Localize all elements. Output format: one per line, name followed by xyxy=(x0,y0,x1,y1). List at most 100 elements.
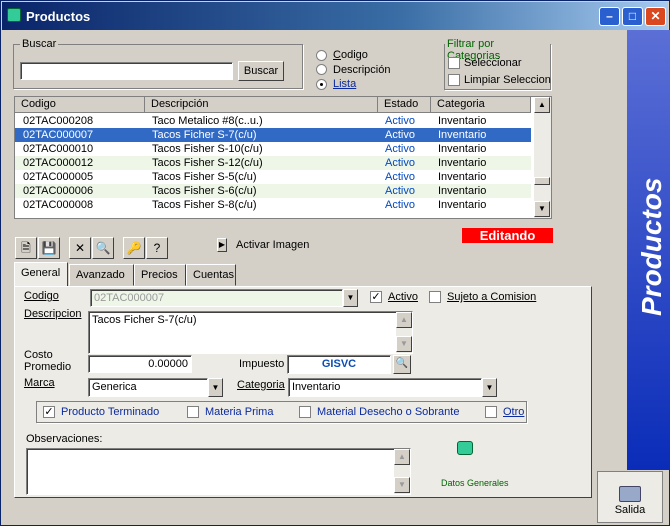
impuesto-label: Impuesto xyxy=(239,358,285,370)
table-row[interactable]: 02TAC000208 Taco Metalico #8(c..u.) Activo… xyxy=(15,114,531,128)
scroll-down-icon[interactable]: ▼ xyxy=(394,477,410,493)
table-row[interactable]: 02TAC000006 Tacos Fisher S-6(c/u) Activo In… xyxy=(15,184,531,198)
scroll-up-icon[interactable]: ▲ xyxy=(394,449,410,465)
save-icon[interactable]: 💾 xyxy=(38,237,60,259)
table-cell-estado: Activo xyxy=(385,157,415,169)
help-icon[interactable]: ? xyxy=(146,237,168,259)
delete-icon[interactable]: ✕ xyxy=(69,237,91,259)
search-input[interactable] xyxy=(20,62,233,80)
codigo-label: Codigo xyxy=(24,290,59,302)
table-cell-categoria: Inventario xyxy=(438,157,487,169)
table-cell-estado: Activo xyxy=(385,115,415,127)
scroll-down-icon[interactable]: ▼ xyxy=(396,336,412,352)
table-cell-categoria: Inventario xyxy=(438,143,487,155)
sujeto-comision-checkbox[interactable] xyxy=(429,291,441,303)
search-button[interactable]: Buscar xyxy=(238,61,284,81)
radio-descripcion-label: Descripción xyxy=(333,64,391,76)
table-cell-descripcion: Tacos Fisher S-6(c/u) xyxy=(152,185,257,197)
producto-terminado-label: Producto Terminado xyxy=(61,406,160,418)
costo-promedio-field[interactable]: 0.00000 xyxy=(88,355,192,373)
activar-imagen-label: Activar Imagen xyxy=(236,239,310,251)
table-cell-codigo: 02TAC000008 xyxy=(23,199,94,211)
minimize-button[interactable]: – xyxy=(599,7,620,26)
scroll-down-icon[interactable]: ▼ xyxy=(534,201,550,217)
table-cell-codigo: 02TAC000012 xyxy=(23,157,94,169)
impuesto-field[interactable]: GISVC xyxy=(287,355,391,374)
salida-label: Salida xyxy=(614,504,646,516)
scroll-up-icon[interactable]: ▲ xyxy=(396,312,412,328)
table-cell-estado: Activo xyxy=(385,143,415,155)
marca-select[interactable]: Generica xyxy=(88,378,208,397)
table-row[interactable]: 02TAC000008 Tacos Fisher S-8(c/u) Activo In… xyxy=(15,198,531,212)
producto-terminado-checkbox[interactable]: ✓ xyxy=(43,406,55,418)
close-button[interactable]: ✕ xyxy=(645,7,666,26)
categoria-label: Categoria xyxy=(237,379,285,391)
column-header-codigo[interactable]: Codigo xyxy=(15,97,145,113)
sujeto-comision-label: Sujeto a Comision xyxy=(447,291,537,303)
salida-button[interactable]: Salida xyxy=(597,471,663,523)
radio-lista-label: Lista xyxy=(333,78,357,90)
table-cell-descripcion: Tacos Fisher S-5(c/u) xyxy=(152,171,257,183)
table-row[interactable]: 02TAC000007 Tacos Ficher S-7(c/u) Activo In… xyxy=(15,127,532,143)
descripcion-field[interactable]: Tacos Ficher S-7(c/u) xyxy=(88,311,413,354)
otro-label: Otro xyxy=(503,406,525,418)
marca-dropdown-icon[interactable]: ▼ xyxy=(208,378,223,397)
categoria-select[interactable]: Inventario xyxy=(288,378,482,397)
table-cell-categoria: Inventario xyxy=(438,171,487,183)
filter-select-checkbox[interactable] xyxy=(448,57,460,69)
activar-imagen-button[interactable]: ▶ xyxy=(217,238,227,252)
filter-clear-checkbox[interactable] xyxy=(448,74,460,86)
search-group-label: Buscar xyxy=(20,38,59,50)
table-cell-estado: Activo xyxy=(385,199,415,211)
descripcion-scrollbar[interactable]: ▲ ▼ xyxy=(396,312,412,353)
column-header-categoria[interactable]: Categoria xyxy=(431,97,531,113)
materia-prima-label: Materia Prima xyxy=(205,406,274,418)
materia-prima-checkbox[interactable] xyxy=(187,406,199,418)
column-header-descripcion[interactable]: Descripción xyxy=(145,97,378,113)
otro-checkbox[interactable] xyxy=(485,406,497,418)
table-row[interactable]: 02TAC000012 Tacos Fisher S-12(c/u) Activo I… xyxy=(15,156,531,170)
datos-generales-icon xyxy=(457,441,473,455)
table-cell-descripcion: Tacos Fisher S-10(c/u) xyxy=(152,143,263,155)
table-scrollbar[interactable]: ▲ ▼ xyxy=(534,97,551,218)
table-cell-categoria: Inventario xyxy=(438,129,487,141)
material-desecho-checkbox[interactable] xyxy=(299,406,311,418)
table-cell-categoria: Inventario xyxy=(438,185,487,197)
observaciones-label: Observaciones: xyxy=(26,433,103,445)
codigo-field[interactable]: 02TAC000007 xyxy=(90,289,343,307)
column-header-estado[interactable]: Estado xyxy=(378,97,431,113)
tab-general[interactable]: General xyxy=(14,262,68,287)
categoria-dropdown-icon[interactable]: ▼ xyxy=(482,378,497,397)
datos-generales-label: Datos Generales xyxy=(441,478,509,488)
radio-lista[interactable] xyxy=(316,79,327,90)
radio-codigo[interactable] xyxy=(316,50,327,61)
tab-avanzado[interactable]: Avanzado xyxy=(69,264,134,286)
table-row[interactable]: 02TAC000005 Tacos Fisher S-5(c/u) Activo In… xyxy=(15,170,531,184)
table-cell-codigo: 02TAC000208 xyxy=(23,115,94,127)
table-cell-categoria: Inventario xyxy=(438,199,487,211)
table-cell-codigo: 02TAC000010 xyxy=(23,143,94,155)
maximize-button[interactable]: □ xyxy=(622,7,643,26)
app-icon xyxy=(7,8,21,22)
observaciones-field[interactable] xyxy=(26,448,411,495)
observaciones-scrollbar[interactable]: ▲ ▼ xyxy=(394,449,410,494)
activo-label: Activo xyxy=(388,291,418,303)
impuesto-search-icon[interactable]: 🔍 xyxy=(393,355,411,374)
radio-codigo-label: Codigo xyxy=(333,49,368,61)
key-icon[interactable]: 🔑 xyxy=(123,237,145,259)
costo-label-line1: Costo xyxy=(24,349,53,361)
table-row[interactable]: 02TAC000010 Tacos Fisher S-10(c/u) Activo I… xyxy=(15,142,531,156)
search-record-icon[interactable]: 🔍 xyxy=(92,237,114,259)
new-document-icon[interactable]: 🗎 xyxy=(15,237,37,259)
table-cell-categoria: Inventario xyxy=(438,115,487,127)
table-cell-codigo: 02TAC000005 xyxy=(23,171,94,183)
scroll-up-icon[interactable]: ▲ xyxy=(534,97,550,113)
sidebar-title: Productos xyxy=(636,177,667,316)
tab-cuentas[interactable]: Cuentas xyxy=(186,264,236,286)
window-title: Productos xyxy=(26,9,91,24)
radio-descripcion[interactable] xyxy=(316,64,327,75)
scroll-thumb[interactable] xyxy=(534,177,550,185)
tab-precios[interactable]: Precios xyxy=(134,264,186,286)
codigo-dropdown-icon[interactable]: ▼ xyxy=(343,289,358,307)
activo-checkbox[interactable]: ✓ xyxy=(370,291,382,303)
